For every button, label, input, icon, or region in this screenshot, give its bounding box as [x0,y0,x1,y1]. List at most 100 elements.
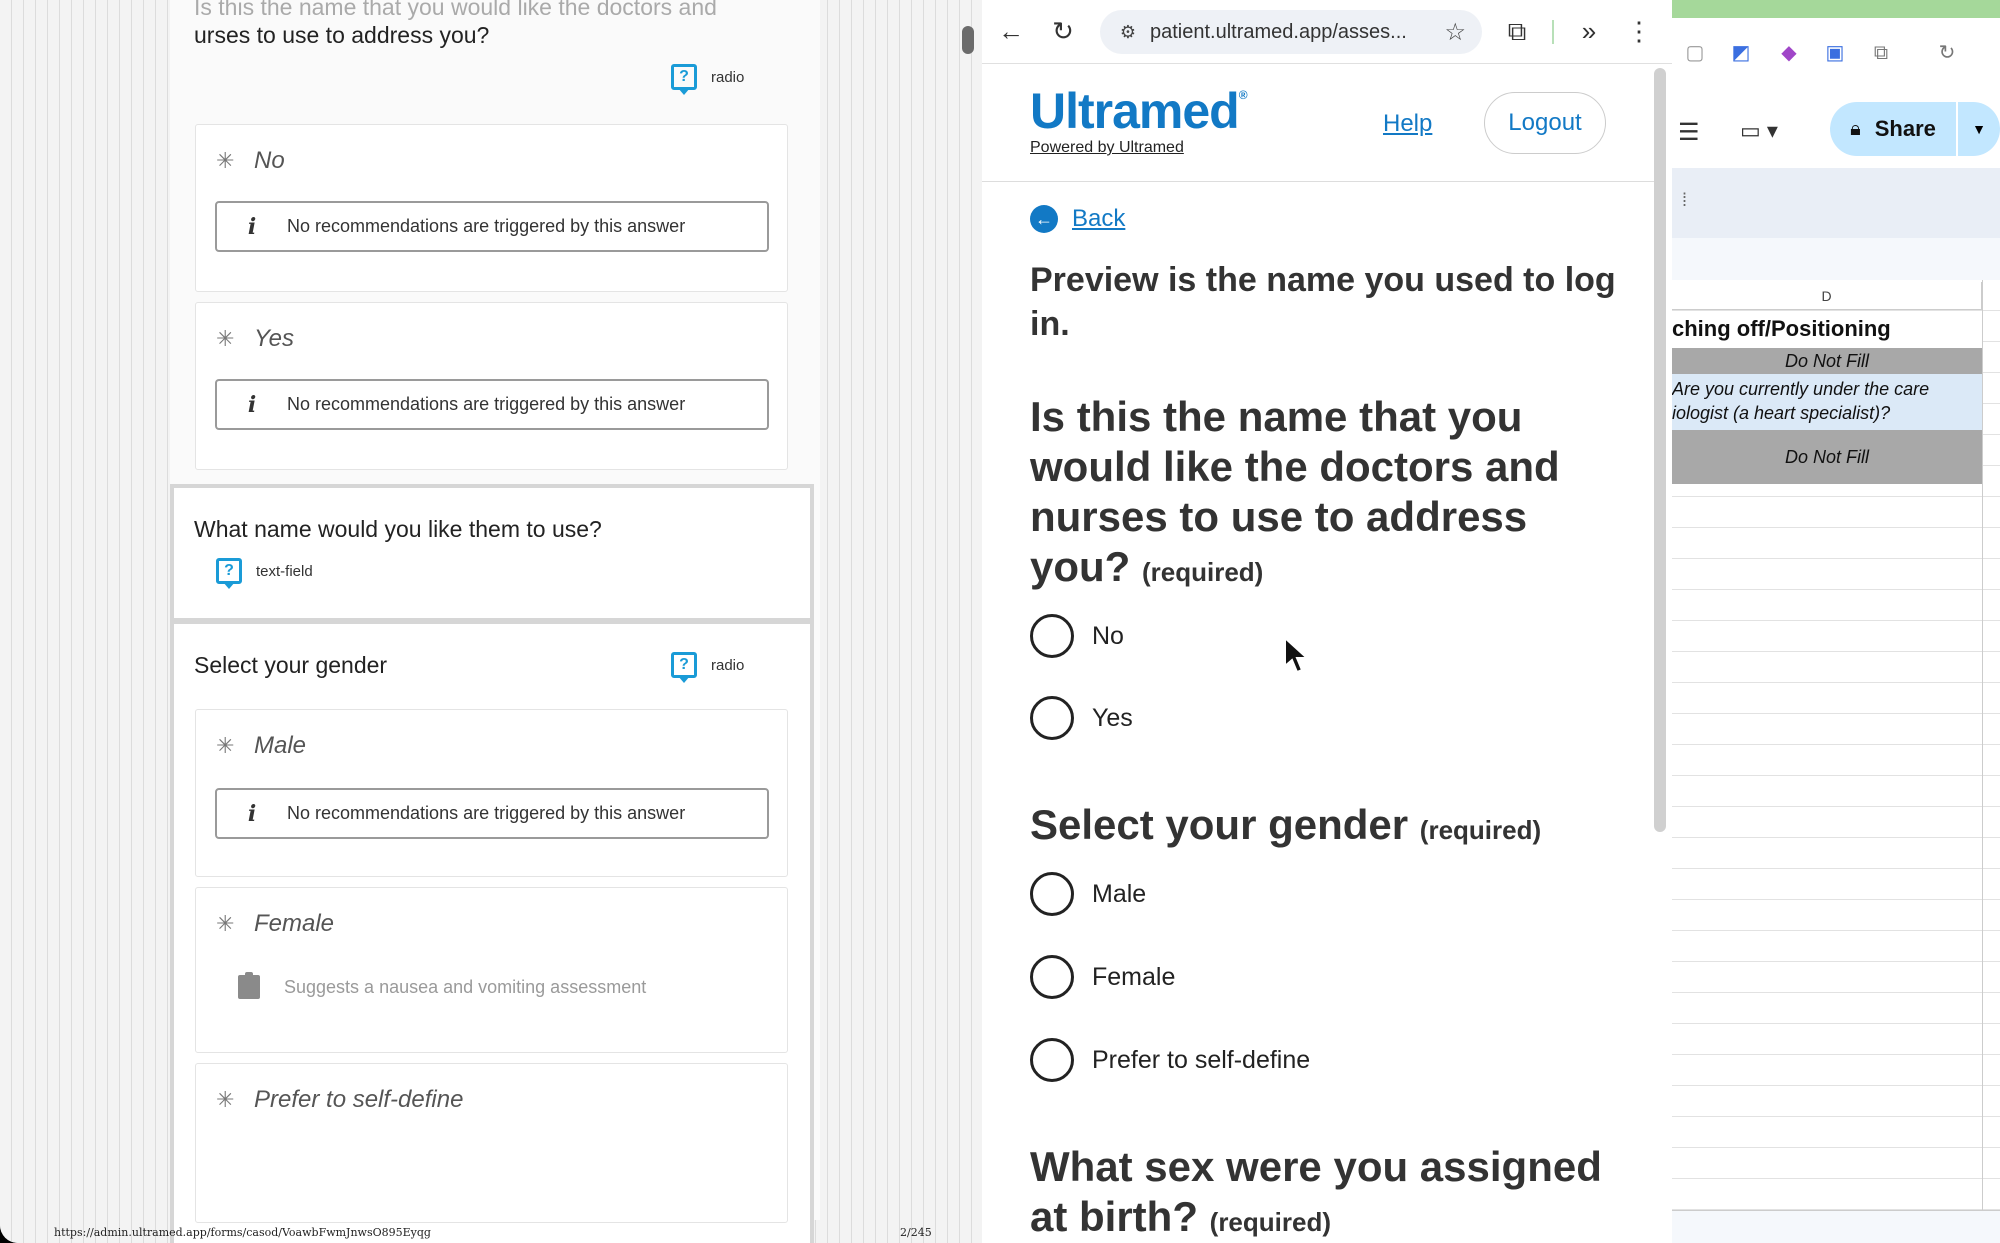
formula-bar[interactable]: ⁞ [1672,168,2000,238]
answer-label: Prefer to self-define [254,1086,464,1113]
required-marker: (required) [1209,1207,1331,1237]
back-label: Back [1072,205,1126,232]
cell-do-not-fill[interactable]: Do Not Fill [1672,348,1982,374]
window-top-bar [1672,0,2000,18]
help-question-icon: ? [216,558,242,589]
video-call-icon[interactable]: ▭ ▾ [1740,118,1778,144]
answer-card-male[interactable]: ✳ Male i No recommendations are triggere… [195,709,788,877]
radio-label: Male [1092,879,1147,908]
question-address-name: Is this the name that you would like the… [1030,392,1630,597]
question-type-label: radio [711,656,745,674]
answer-label: Female [254,910,335,937]
logo-text: Ultramed [1030,83,1240,139]
radio-circle[interactable] [1030,872,1074,916]
radio-option-female[interactable]: Female [1030,955,1175,999]
answer-card-female[interactable]: ✳ Female Suggests a nausea and vomiting … [195,887,788,1053]
puzzle-icon[interactable]: ⧉ [1868,40,1894,66]
powered-by-link[interactable]: Powered by Ultramed [1030,139,1184,157]
admin-form-pane: Is this the name that you would like the… [0,0,982,1243]
kebab-icon[interactable]: ⋮ [1622,14,1656,48]
column-header-d[interactable]: D [1672,282,1982,310]
radio-circle[interactable] [1030,614,1074,658]
radio-option-yes[interactable]: Yes [1030,696,1133,740]
spreadsheet-pane: ▢ ◩ ◆ ▣ ⧉ ↻ ☰ ▭ ▾ 🔒︎ Share ▼ ⁞ D ching o… [1672,0,2000,1243]
sheet-toolbar: ▢ ◩ ◆ ▣ ⧉ ↻ [1672,18,2000,88]
click-sparkle-icon: ✳ [216,1087,235,1112]
browser-window: ← ↻ ⚙ patient.ultramed.app/asses... ☆ ⧉ … [982,0,1672,1243]
address-url[interactable]: patient.ultramed.app/asses... [1150,21,1407,44]
question-type-label: radio [711,68,745,86]
mouse-cursor-icon [1284,636,1310,674]
suggestion-text: Suggests a nausea and vomiting assessmen… [284,976,647,997]
answer-label: No [254,147,285,174]
question-title: Select your gender [194,652,388,678]
back-link[interactable]: ← Back [1030,205,1125,233]
lock-icon: 🔒︎ [1850,117,1861,140]
answer-card-yes[interactable]: ✳ Yes i No recommendations are triggered… [195,302,788,470]
extension-icon[interactable]: ◆ [1776,40,1802,66]
cell-do-not-fill[interactable]: Do Not Fill [1672,430,1982,484]
arrow-left-icon[interactable]: ← [994,14,1028,48]
tune-icon[interactable]: ⚙ [1116,20,1140,44]
window-icon[interactable]: ◩ [1728,40,1754,66]
browser-toolbar: ← ↻ ⚙ patient.ultramed.app/asses... ☆ ⧉ … [982,0,1672,64]
answer-header: ✳ Male [216,732,306,760]
browser-scrollbar[interactable] [1654,68,1666,832]
address-bar[interactable]: ⚙ patient.ultramed.app/asses... ☆ [1100,10,1482,54]
scrollbar-thumb[interactable] [962,26,974,54]
help-link[interactable]: Help [1383,110,1432,138]
click-sparkle-icon: ✳ [216,148,235,173]
question-text: Is this the name that you would like the… [1030,393,1560,590]
app-header: Ultramed® Powered by Ultramed Help Logou… [982,64,1654,182]
comment-icon[interactable]: ☰ [1678,118,1700,147]
star-icon[interactable]: ☆ [1444,18,1466,47]
answer-header: ✳ Prefer to self-define [216,1086,463,1114]
question-text: Select your gender [1030,801,1409,848]
cell-question[interactable]: Are you currently under the care iologis… [1672,374,1982,430]
question-title: What name would you like them to use? [194,516,602,542]
tab-icon[interactable]: ▢ [1682,40,1708,66]
required-marker: (required) [1142,557,1264,587]
chevron-double-right-icon[interactable]: » [1572,14,1606,48]
recommendation-text: No recommendations are triggered by this… [287,803,686,823]
radio-option-self-define[interactable]: Prefer to self-define [1030,1038,1310,1082]
answer-card-no[interactable]: ✳ No i No recommendations are triggered … [195,124,788,292]
preview-note: Preview is the name you used to log in. [1030,261,1616,343]
help-question-icon: ? [671,652,697,683]
answer-card-self-define[interactable]: ✳ Prefer to self-define [195,1063,788,1223]
question-title: urses to use to address you? [194,22,490,48]
recommendation-text: No recommendations are triggered by this… [287,216,686,236]
reload-icon[interactable]: ↻ [1046,14,1080,48]
column-divider [1982,280,1983,1210]
recommendation-box: i No recommendations are triggered by th… [215,379,769,430]
radio-label: No [1092,621,1124,650]
ultramed-logo[interactable]: Ultramed® [1030,82,1248,140]
select-icon[interactable]: ▣ [1822,40,1848,66]
share-button[interactable]: 🔒︎ Share [1830,102,1956,156]
answer-header: ✳ No [216,147,285,175]
radio-label: Prefer to self-define [1092,1045,1311,1074]
info-icon: i [247,800,257,827]
registered-mark: ® [1238,88,1248,102]
radio-circle[interactable] [1030,696,1074,740]
recommendation-text: No recommendations are triggered by this… [287,394,686,414]
sync-icon[interactable]: ↻ [1934,40,1960,66]
cell-header[interactable]: ching off/Positioning [1672,312,1982,346]
radio-circle[interactable] [1030,1038,1074,1082]
answer-header: ✳ Female [216,910,334,938]
formula-divider: ⁞ [1682,190,1688,210]
radio-label: Yes [1092,703,1133,732]
answer-label: Yes [254,325,295,352]
question-type-chip: ? radio [671,652,745,683]
cell-line: Are you currently under the care [1672,379,1930,399]
share-dropdown-icon[interactable]: ▼ [1958,102,2000,156]
logout-button[interactable]: Logout [1484,92,1606,154]
question-gender: Select your gender (required) [1030,800,1630,855]
radio-option-no[interactable]: No [1030,614,1124,658]
puzzle-icon[interactable]: ⧉ [1500,14,1534,48]
question-block-name[interactable]: What name would you like them to use? ? … [170,484,814,622]
radio-option-male[interactable]: Male [1030,872,1146,916]
radio-circle[interactable] [1030,955,1074,999]
click-sparkle-icon: ✳ [216,326,235,351]
share-label: Share [1874,116,1936,141]
